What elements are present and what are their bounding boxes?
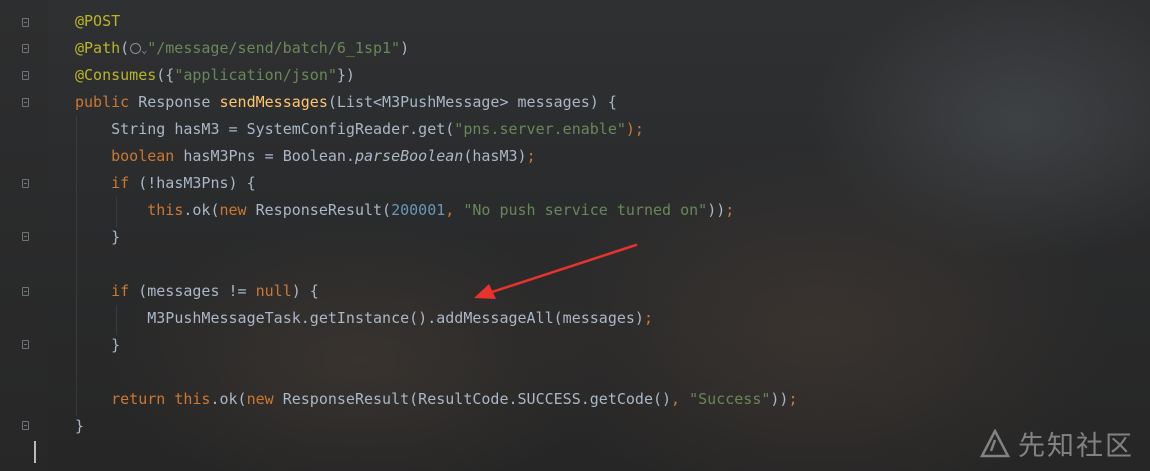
watermark: 先知社区 — [980, 424, 1134, 463]
watermark-text: 先知社区 — [1018, 431, 1134, 462]
xianzhi-logo-icon — [980, 428, 1010, 457]
annotation-arrow — [474, 243, 638, 299]
text-cursor — [34, 441, 36, 463]
